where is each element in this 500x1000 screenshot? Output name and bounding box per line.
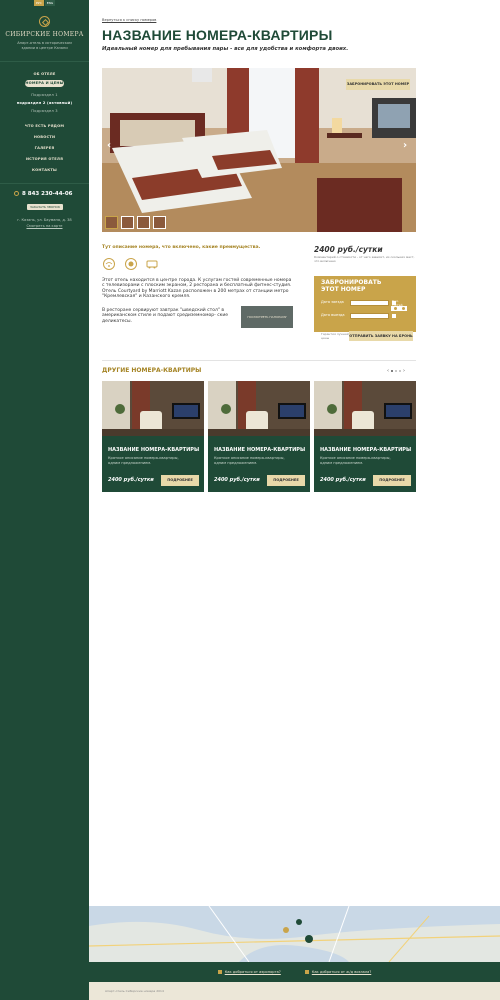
plane-icon [217,970,222,974]
room-card[interactable]: НАЗВАНИЕ НОМЕРА-КВАРТИРЫ Краткое описани… [314,381,416,492]
room-description: Этот отель находится в центре города. К … [102,278,292,300]
guest-option[interactable] [393,307,397,310]
address: г. Казань, ул. Баумана, д. 38 [17,218,72,222]
station-directions-link[interactable]: Как добраться от ж/д вокзала? [304,970,371,974]
page-tagline: Идеальный номер для пребывания пары - вс… [102,46,349,52]
map-link[interactable]: Смотреть на карте [0,224,89,228]
nav-news[interactable]: НОВОСТИ [0,135,89,139]
room-card-price: 2400 руб./сутки [108,477,154,483]
gallery-thumbnail[interactable] [121,216,134,229]
gallery-thumbnails [105,216,166,229]
room-card-details-button[interactable]: ПОДРОБНЕЕ [161,475,199,486]
room-card-title: НАЗВАНИЕ НОМЕРА-КВАРТИРЫ [320,447,412,453]
room-card-details-button[interactable]: ПОДРОБНЕЕ [267,475,305,486]
carousel-pager: ‹ › [387,368,405,374]
carousel-dot[interactable] [399,370,401,372]
gallery-prev-icon[interactable]: ‹ [107,140,111,151]
restaurant-description: В ресторане сервируют завтрак "шведский … [102,308,229,324]
checkout-label: Дата выезда [321,313,345,317]
guest-option[interactable] [401,307,405,310]
carousel-dot[interactable] [391,370,393,372]
copyright: Апарт-отель Сибирские номера 2014 [105,989,164,993]
book-room-photo-button[interactable]: ЗАБРОНИРОВАТЬ ЭТОТ НОМЕР [346,79,410,90]
nav-nearby[interactable]: ЧТО ЕСТЬ РЯДОМ [0,124,89,128]
lang-en[interactable]: ENG [44,0,56,6]
room-card-image [314,381,416,436]
room-card-image [102,381,204,436]
divider [102,360,416,361]
page-title: НАЗВАНИЕ НОМЕРА-КВАРТИРЫ [102,27,333,43]
nav-sub-1[interactable]: Подраздел 1 [0,93,89,97]
best-price-note: Гарантия лучшей цены [321,332,349,340]
room-card-price: 2400 руб./сутки [214,477,260,483]
lang-ru[interactable]: РУС [34,0,44,6]
directions-bar: Как добраться от аэропорта? Как добратьс… [89,962,500,982]
room-photo [102,68,416,232]
gallery-thumbnail[interactable] [137,216,150,229]
room-card-desc: Краткое описание номера-квартиры, одним … [108,456,179,465]
send-booking-button[interactable]: ОТПРАВИТЬ ЗАЯВКУ НА БРОНЬ [349,331,413,341]
calendar-icon[interactable] [392,314,396,318]
checkin-input[interactable] [350,300,389,306]
carousel-dot[interactable] [395,370,397,372]
sidebar: РУС ENG СИБИРСКИЕ НОМЕРА Апарт-отель в и… [0,0,89,1000]
location-map[interactable] [89,906,500,962]
nav-sub-2[interactable]: подраздел 2 (активный) [0,101,89,105]
guests-selector[interactable] [391,306,407,311]
price-note: Комментарий о стоимости - от чего зависи… [314,255,415,263]
nav-history[interactable]: ИСТОРИЯ ОТЕЛЯ [0,157,89,161]
footer: Апарт-отель Сибирские номера 2014 [89,982,500,1000]
nav-about[interactable]: ОБ ОТЕЛЕ [0,72,89,76]
train-icon [304,970,309,974]
call-back-button[interactable]: ЗАКАЗАТЬ ЗВОНОК [27,204,63,210]
room-card[interactable]: НАЗВАНИЕ НОМЕРА-КВАРТИРЫ Краткое описани… [102,381,204,492]
carousel-prev-icon[interactable]: ‹ [387,368,389,374]
room-photo-illustration [102,68,416,232]
other-rooms-heading: ДРУГИЕ НОМЕРА-КВАРТИРЫ [102,367,202,374]
back-link[interactable]: Вернуться к списку номеров [102,18,156,22]
room-card[interactable]: НАЗВАНИЕ НОМЕРА-КВАРТИРЫ Краткое описани… [208,381,310,492]
brand-subtitle: Апарт-отель в историческом здании в цент… [17,41,72,50]
nav-sub-3[interactable]: Подраздел 3 [0,109,89,113]
description-heading: Тут описание номера, что включено, какие… [102,245,261,250]
checkout-input[interactable] [350,313,389,319]
panorama-thumbnail[interactable]: ПОСМОТРЕТЬ ПАНОРАМУ [241,306,293,328]
room-card-details-button[interactable]: ПОДРОБНЕЕ [373,475,411,486]
nav-rooms[interactable]: НОМЕРА И ЦЕНЫ [25,80,64,87]
room-card-title: НАЗВАНИЕ НОМЕРА-КВАРТИРЫ [108,447,200,453]
logo-icon[interactable] [39,16,50,27]
gallery-thumbnail[interactable] [153,216,166,229]
wifi-icon [102,258,116,270]
room-price: 2400 руб./сутки [314,245,383,254]
nav-contacts[interactable]: КОНТАКТЫ [0,168,89,172]
room-card-price: 2400 руб./сутки [320,477,366,483]
room-card-image [208,381,310,436]
room-card-desc: Краткое описание номера-квартиры, одним … [214,456,285,465]
phone-icon [14,191,19,196]
booking-title: ЗАБРОНИРОВАТЬ ЭТОТ НОМЕР [321,279,382,293]
room-card-desc: Краткое описание номера-квартиры, одним … [320,456,391,465]
parking-icon [145,258,159,270]
gallery-next-icon[interactable]: › [403,140,407,151]
divider [0,61,89,62]
room-card-title: НАЗВАНИЕ НОМЕРА-КВАРТИРЫ [214,447,306,453]
gallery-thumbnail[interactable] [105,216,118,229]
language-switcher: РУС ENG [34,0,56,6]
brand-name[interactable]: СИБИРСКИЕ НОМЕРА [0,31,89,38]
carousel-next-icon[interactable]: › [403,368,405,374]
nav-gallery[interactable]: ГАЛЕРЕЯ [0,146,89,150]
map-illustration [89,906,500,962]
checkin-label: Дата заезда [321,300,344,304]
breakfast-icon [124,258,138,270]
divider [0,183,89,184]
airport-directions-link[interactable]: Как добраться от аэропорта? [217,970,281,974]
phone-number[interactable]: 8 843 230-44-06 [14,191,73,197]
